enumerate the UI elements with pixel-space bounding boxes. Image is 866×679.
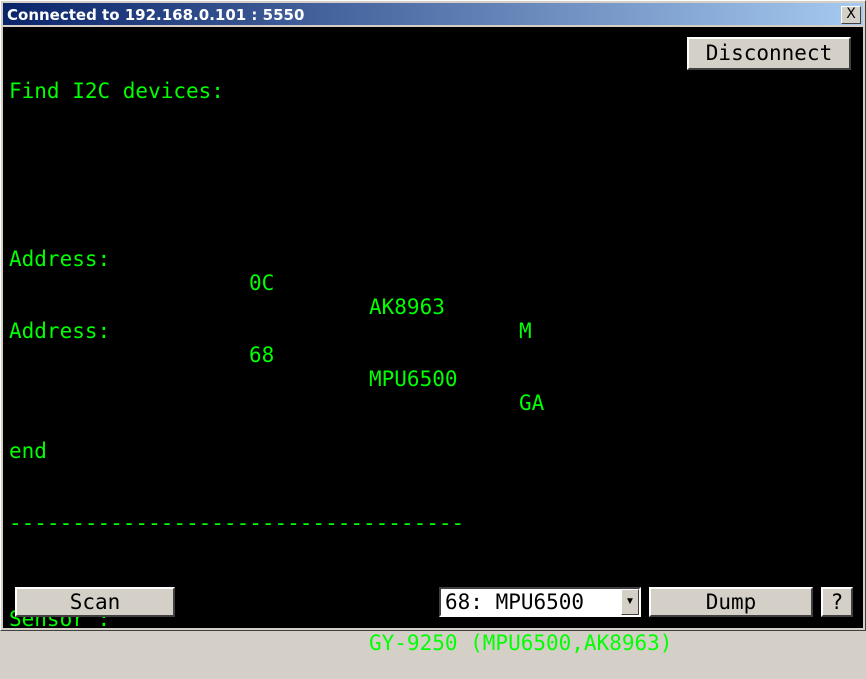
disconnect-button[interactable]: Disconnect [687,37,851,70]
chip-type: GA [519,391,545,415]
console-separator: ------------------------------------ [9,511,465,535]
help-button[interactable]: ? [821,587,853,617]
address-label: Address: [9,319,111,343]
scan-button[interactable]: Scan [15,587,175,617]
device-select[interactable]: 68: MPU6500 ▼ [439,587,641,617]
console-heading: Find I2C devices: [9,79,224,103]
close-button[interactable]: X [841,6,861,24]
terminal-area: Find I2C devices: Address: 0C AK8963 M A… [3,27,863,655]
title-bar[interactable]: Connected to 192.168.0.101 : 5550 X [3,3,863,25]
chip-name: MPU6500 [369,367,458,391]
chevron-down-icon[interactable]: ▼ [621,589,639,615]
sensor-value: GY-9250 (MPU6500,AK8963) [369,631,673,655]
address-label: Address: [9,247,111,271]
dump-button[interactable]: Dump [649,587,813,617]
chip-type: M [519,319,532,343]
app-window: Connected to 192.168.0.101 : 5550 X Find… [0,0,866,655]
console-end: end [9,439,47,463]
address-value: 0C [249,271,275,295]
console-output: Find I2C devices: Address: 0C AK8963 M A… [9,31,672,655]
device-select-value: 68: MPU6500 [445,590,585,614]
address-row: Address: 0C AK8963 M [9,223,532,343]
window-title: Connected to 192.168.0.101 : 5550 [7,6,305,24]
address-row: Address: 68 MPU6500 GA [9,295,544,415]
address-value: 68 [249,343,275,367]
